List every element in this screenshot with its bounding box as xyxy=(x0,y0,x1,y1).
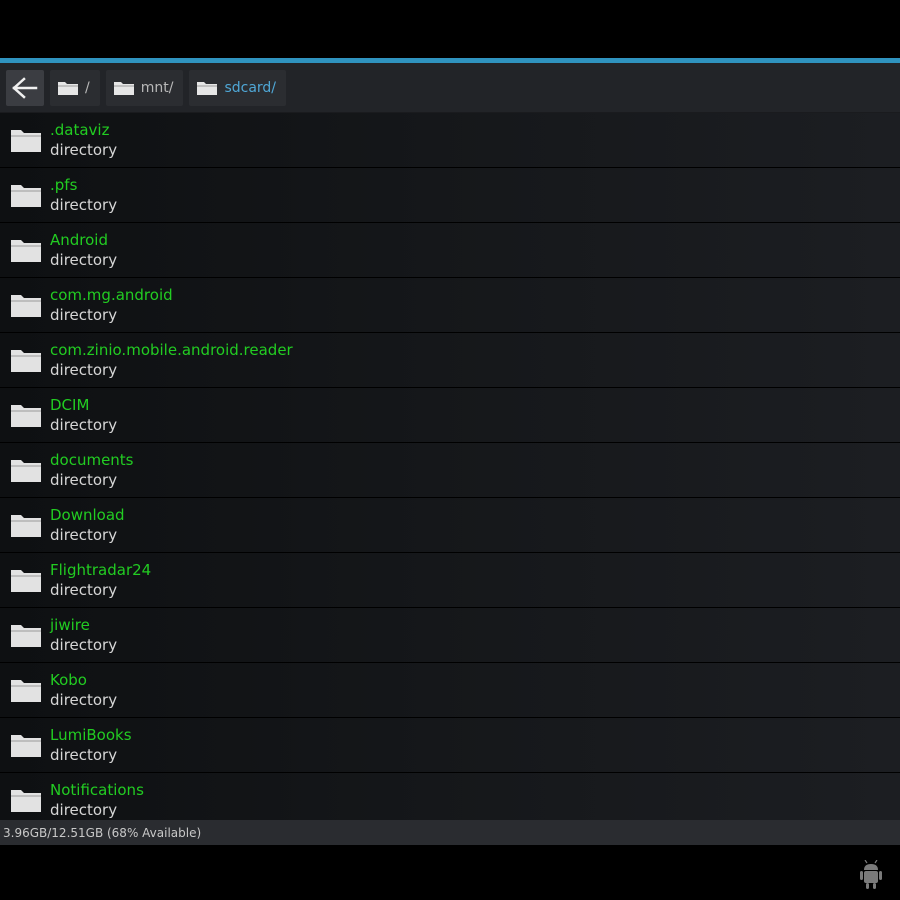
file-row-text: .dataviz directory xyxy=(50,120,117,160)
folder-icon xyxy=(11,515,41,537)
folder-icon xyxy=(11,130,41,152)
breadcrumb-root[interactable]: / xyxy=(50,69,100,106)
file-type: directory xyxy=(50,636,118,654)
back-button[interactable] xyxy=(6,69,44,106)
file-row-text: .pfs directory xyxy=(50,175,117,215)
file-row[interactable]: Android directory xyxy=(0,223,900,278)
file-name: Flightradar24 xyxy=(50,561,152,579)
file-type: directory xyxy=(50,526,118,544)
file-row[interactable]: Kobo directory xyxy=(0,663,900,718)
folder-icon xyxy=(197,81,218,95)
folder-icon xyxy=(11,570,41,592)
breadcrumb-label: / xyxy=(85,79,90,96)
file-type: directory xyxy=(50,471,118,489)
file-row-text: jiwire directory xyxy=(50,615,117,655)
file-name: .pfs xyxy=(50,176,78,194)
file-name: Android xyxy=(50,231,108,249)
file-type: directory xyxy=(50,801,118,819)
file-type: directory xyxy=(50,196,118,214)
path-bar: / mnt/ sdcard/ xyxy=(0,63,900,113)
folder-icon xyxy=(11,240,41,262)
file-name: Kobo xyxy=(50,671,87,689)
file-row-text: LumiBooks directory xyxy=(50,725,132,765)
file-type: directory xyxy=(50,141,118,159)
file-row[interactable]: .dataviz directory xyxy=(0,113,900,168)
file-row-text: DCIM directory xyxy=(50,395,117,435)
system-navigation-bar xyxy=(0,845,900,900)
folder-icon xyxy=(11,185,41,207)
file-name: LumiBooks xyxy=(50,726,132,744)
folder-icon xyxy=(11,460,41,482)
file-type: directory xyxy=(50,416,118,434)
file-row-text: com.zinio.mobile.android.reader directory xyxy=(50,340,293,380)
file-row[interactable]: jiwire directory xyxy=(0,608,900,663)
file-type: directory xyxy=(50,746,118,764)
breadcrumb-sdcard[interactable]: sdcard/ xyxy=(189,69,287,106)
file-name: Download xyxy=(50,506,125,524)
file-type: directory xyxy=(50,251,118,269)
file-type: directory xyxy=(50,306,118,324)
top-system-area xyxy=(0,0,900,58)
breadcrumb-label: sdcard/ xyxy=(224,79,277,96)
folder-icon xyxy=(11,680,41,702)
file-type: directory xyxy=(50,581,118,599)
storage-status: 3.96GB/12.51GB (68% Available) xyxy=(3,825,202,840)
file-row-text: Notifications directory xyxy=(50,780,144,820)
file-row[interactable]: DCIM directory xyxy=(0,388,900,443)
status-bar: 3.96GB/12.51GB (68% Available) xyxy=(0,820,900,845)
file-type: directory xyxy=(50,691,118,709)
file-name: com.zinio.mobile.android.reader xyxy=(50,341,293,359)
file-row[interactable]: documents directory xyxy=(0,443,900,498)
file-row-text: com.mg.android directory xyxy=(50,285,173,325)
folder-icon xyxy=(113,81,134,95)
file-row[interactable]: Notifications directory xyxy=(0,773,900,820)
file-list: .dataviz directory .pfs directory Android dir… xyxy=(0,113,900,820)
folder-icon xyxy=(11,405,41,427)
arrow-left-icon xyxy=(12,76,38,99)
file-name: documents xyxy=(50,451,134,469)
file-row-text: Kobo directory xyxy=(50,670,117,710)
breadcrumb-label: mnt/ xyxy=(140,79,174,96)
breadcrumb-mnt[interactable]: mnt/ xyxy=(105,69,184,106)
file-row-text: Flightradar24 directory xyxy=(50,560,151,600)
file-row[interactable]: Flightradar24 directory xyxy=(0,553,900,608)
folder-icon xyxy=(11,790,41,812)
file-row[interactable]: com.zinio.mobile.android.reader directory xyxy=(0,333,900,388)
file-type: directory xyxy=(50,361,118,379)
file-row[interactable]: LumiBooks directory xyxy=(0,718,900,773)
file-name: jiwire xyxy=(50,616,90,634)
file-row[interactable]: Download directory xyxy=(0,498,900,553)
folder-icon xyxy=(11,350,41,372)
folder-icon xyxy=(11,735,41,757)
file-name: com.mg.android xyxy=(50,286,173,304)
file-name: DCIM xyxy=(50,396,90,414)
file-row[interactable]: com.mg.android directory xyxy=(0,278,900,333)
folder-icon xyxy=(11,295,41,317)
file-name: Notifications xyxy=(50,781,144,799)
file-row-text: Download directory xyxy=(50,505,125,545)
android-debug-icon xyxy=(860,860,882,889)
file-row-text: documents directory xyxy=(50,450,134,490)
file-name: .dataviz xyxy=(50,121,110,139)
file-row-text: Android directory xyxy=(50,230,117,270)
file-row[interactable]: .pfs directory xyxy=(0,168,900,223)
folder-icon xyxy=(11,625,41,647)
folder-icon xyxy=(58,81,78,95)
